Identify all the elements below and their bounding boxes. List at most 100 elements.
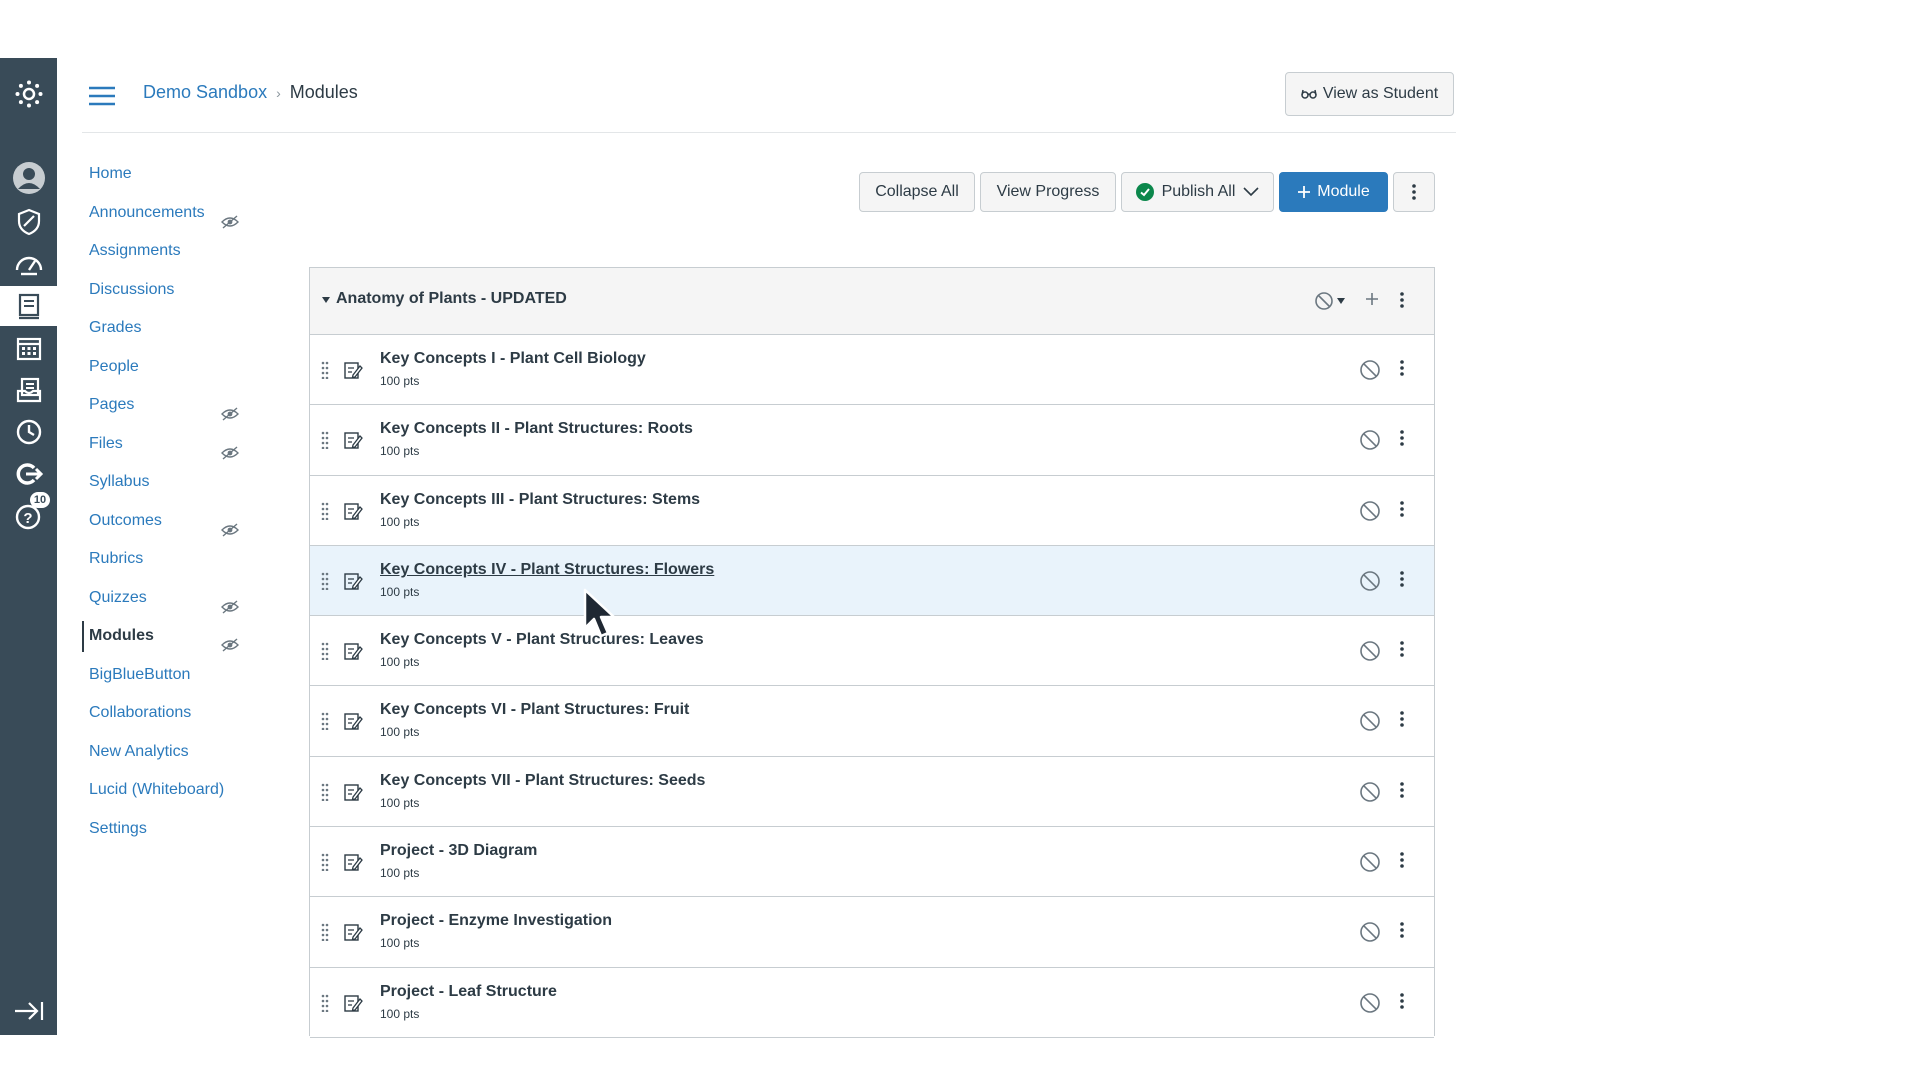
- module-item-title[interactable]: Key Concepts II - Plant Structures: Root…: [380, 420, 693, 438]
- collapse-nav-icon[interactable]: [0, 991, 57, 1031]
- module-item-points: 100 pts: [380, 444, 420, 459]
- module-item-title[interactable]: Key Concepts VI - Plant Structures: Frui…: [380, 701, 689, 719]
- course-nav-item-rubrics[interactable]: Rubrics: [82, 540, 262, 579]
- course-nav-item-modules[interactable]: Modules: [82, 617, 262, 656]
- item-kebab-icon[interactable]: [1400, 992, 1404, 1015]
- module-item-row[interactable]: Project - 3D Diagram 100 pts: [310, 827, 1434, 898]
- course-nav-item-pages[interactable]: Pages: [82, 386, 262, 425]
- course-nav-label: BigBlueButton: [89, 665, 191, 683]
- module-item-title[interactable]: Key Concepts VII - Plant Structures: See…: [380, 772, 705, 790]
- course-nav-item-syllabus[interactable]: Syllabus: [82, 463, 262, 502]
- account-icon[interactable]: [0, 158, 57, 198]
- course-nav-item-quizzes[interactable]: Quizzes: [82, 579, 262, 618]
- drag-handle-icon[interactable]: [321, 712, 329, 735]
- item-kebab-icon[interactable]: [1400, 851, 1404, 874]
- item-kebab-icon[interactable]: [1400, 500, 1404, 523]
- unpublished-icon[interactable]: [1359, 500, 1381, 527]
- module-item-title[interactable]: Project - Leaf Structure: [380, 983, 557, 1001]
- unpublished-icon[interactable]: [1359, 992, 1381, 1019]
- course-nav-label: Pages: [89, 396, 135, 413]
- module-item-row[interactable]: Project - Enzyme Investigation 100 pts: [310, 897, 1434, 968]
- canvas-logo-icon[interactable]: [0, 74, 57, 114]
- module-item-title[interactable]: Project - Enzyme Investigation: [380, 912, 612, 930]
- course-nav-item-discussions[interactable]: Discussions: [82, 271, 262, 310]
- module-item-title[interactable]: Key Concepts IV - Plant Structures: Flow…: [380, 561, 714, 579]
- item-kebab-icon[interactable]: [1400, 710, 1404, 733]
- module-publish-status[interactable]: [1314, 291, 1345, 311]
- drag-handle-icon[interactable]: [321, 361, 329, 384]
- add-module-button[interactable]: Module: [1279, 172, 1388, 212]
- assignment-icon: [343, 993, 363, 1018]
- course-nav-item-files[interactable]: Files: [82, 425, 262, 464]
- module-kebab-icon[interactable]: [1400, 291, 1404, 309]
- module-item-row[interactable]: Key Concepts IV - Plant Structures: Flow…: [310, 545, 1434, 617]
- add-item-icon[interactable]: [1364, 291, 1380, 307]
- admin-icon[interactable]: [0, 202, 57, 242]
- drag-handle-icon[interactable]: [321, 572, 329, 595]
- module-title[interactable]: Anatomy of Plants - UPDATED: [336, 290, 567, 308]
- breadcrumb-course-link[interactable]: Demo Sandbox: [143, 82, 267, 103]
- item-kebab-icon[interactable]: [1400, 429, 1404, 452]
- calendar-icon[interactable]: [0, 328, 57, 368]
- course-nav-label: Announcements: [89, 203, 205, 221]
- course-nav-item-new-analytics[interactable]: New Analytics: [82, 733, 262, 772]
- unpublished-icon[interactable]: [1359, 851, 1381, 878]
- assignment-icon: [343, 782, 363, 807]
- unpublished-icon[interactable]: [1359, 781, 1381, 808]
- module-item-title[interactable]: Key Concepts V - Plant Structures: Leave…: [380, 631, 704, 649]
- courses-icon[interactable]: [0, 286, 57, 326]
- module-item-title[interactable]: Key Concepts I - Plant Cell Biology: [380, 350, 646, 368]
- more-options-button[interactable]: [1393, 172, 1435, 212]
- module-item-row[interactable]: Key Concepts I - Plant Cell Biology 100 p…: [310, 335, 1434, 406]
- course-nav-item-outcomes[interactable]: Outcomes: [82, 502, 262, 541]
- unpublished-icon[interactable]: [1359, 359, 1381, 386]
- drag-handle-icon[interactable]: [321, 994, 329, 1017]
- drag-handle-icon[interactable]: [321, 923, 329, 946]
- collapse-all-button[interactable]: Collapse All: [859, 172, 975, 212]
- course-nav-item-settings[interactable]: Settings: [82, 810, 262, 849]
- module-item-row[interactable]: Key Concepts III - Plant Structures: Ste…: [310, 475, 1434, 546]
- commons-icon[interactable]: [0, 454, 57, 494]
- help-icon[interactable]: ? 10: [0, 492, 57, 536]
- unpublished-icon[interactable]: [1359, 921, 1381, 948]
- course-nav-item-bigbluebutton[interactable]: BigBlueButton: [82, 656, 262, 695]
- publish-all-button[interactable]: Publish All: [1121, 172, 1274, 212]
- drag-handle-icon[interactable]: [321, 431, 329, 454]
- module-item-row[interactable]: Key Concepts VII - Plant Structures: See…: [310, 756, 1434, 828]
- hamburger-menu-icon[interactable]: [88, 86, 116, 106]
- view-progress-button[interactable]: View Progress: [980, 172, 1116, 212]
- inbox-icon[interactable]: [0, 370, 57, 410]
- unpublished-icon[interactable]: [1359, 570, 1381, 597]
- course-nav-item-collaborations[interactable]: Collaborations: [82, 694, 262, 733]
- course-nav-item-home[interactable]: Home: [82, 155, 262, 194]
- plus-icon: [1298, 186, 1311, 198]
- module-item-row[interactable]: Key Concepts VI - Plant Structures: Frui…: [310, 686, 1434, 757]
- course-nav-item-people[interactable]: People: [82, 348, 262, 387]
- drag-handle-icon[interactable]: [321, 853, 329, 876]
- view-as-student-button[interactable]: View as Student: [1285, 72, 1454, 116]
- module-item-title[interactable]: Project - 3D Diagram: [380, 842, 537, 860]
- caret-down-icon[interactable]: [321, 296, 331, 304]
- history-icon[interactable]: [0, 412, 57, 452]
- dashboard-icon[interactable]: [0, 244, 57, 284]
- course-nav-item-announcements[interactable]: Announcements: [82, 194, 262, 233]
- course-nav-item-grades[interactable]: Grades: [82, 309, 262, 348]
- item-kebab-icon[interactable]: [1400, 640, 1404, 663]
- drag-handle-icon[interactable]: [321, 502, 329, 525]
- module-item-row[interactable]: Key Concepts II - Plant Structures: Root…: [310, 405, 1434, 476]
- item-kebab-icon[interactable]: [1400, 781, 1404, 804]
- module-item-row[interactable]: Project - Leaf Structure 100 pts: [310, 967, 1434, 1038]
- module-item-title[interactable]: Key Concepts III - Plant Structures: Ste…: [380, 491, 700, 509]
- drag-handle-icon[interactable]: [321, 642, 329, 665]
- unpublished-icon[interactable]: [1359, 640, 1381, 667]
- unpublished-icon[interactable]: [1359, 710, 1381, 737]
- module-header[interactable]: Anatomy of Plants - UPDATED: [310, 268, 1434, 335]
- unpublished-icon[interactable]: [1359, 429, 1381, 456]
- item-kebab-icon[interactable]: [1400, 359, 1404, 382]
- item-kebab-icon[interactable]: [1400, 921, 1404, 944]
- drag-handle-icon[interactable]: [321, 783, 329, 806]
- item-kebab-icon[interactable]: [1400, 570, 1404, 593]
- module-item-row[interactable]: Key Concepts V - Plant Structures: Leave…: [310, 616, 1434, 687]
- course-nav-item-assignments[interactable]: Assignments: [82, 232, 262, 271]
- course-nav-item-lucid-whiteboard[interactable]: Lucid (Whiteboard): [82, 771, 262, 810]
